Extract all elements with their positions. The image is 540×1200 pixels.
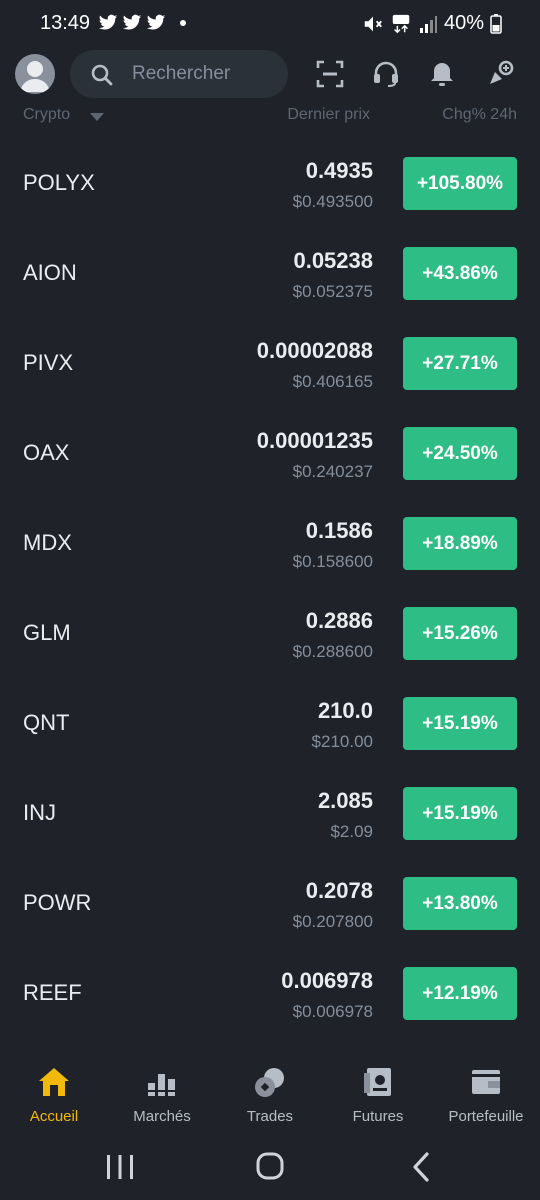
row-price: 0.2886 [305, 608, 373, 633]
row-symbol: INJ [23, 800, 56, 825]
row-symbol: POWR [23, 890, 92, 915]
row-change-badge[interactable]: +12.19% [403, 967, 517, 1020]
notification-bell-icon[interactable] [428, 60, 456, 88]
trades-icon [255, 1068, 284, 1097]
nav-home-label: Accueil [29, 1108, 79, 1125]
avatar[interactable] [15, 54, 55, 94]
gift-icon[interactable] [486, 60, 514, 88]
mute-icon [364, 16, 382, 31]
search-placeholder: Rechercher [132, 63, 231, 84]
column-crypto-sort[interactable]: Crypto [23, 106, 70, 124]
row-change-badge[interactable]: +15.19% [403, 787, 517, 840]
row-usd-price: $2.09 [330, 822, 373, 841]
row-change-badge[interactable]: +24.50% [403, 427, 517, 480]
row-symbol: QNT [23, 710, 70, 735]
row-change-badge[interactable]: +27.71% [403, 337, 517, 390]
battery-icon [490, 13, 502, 34]
twitter-icon [122, 14, 142, 30]
recent-apps-icon[interactable] [100, 1149, 140, 1185]
status-time: 13:49 [40, 12, 91, 34]
row-change-badge[interactable]: +13.80% [403, 877, 517, 930]
row-usd-price: $0.006978 [292, 1002, 373, 1021]
app-header: Rechercher [0, 48, 540, 104]
row-symbol: REEF [23, 980, 82, 1005]
nav-home[interactable]: Accueil [0, 1065, 108, 1125]
nav-markets-label: Marchés [133, 1108, 191, 1125]
row-usd-price: $0.288600 [292, 642, 373, 661]
row-price: 0.2078 [305, 878, 373, 903]
row-usd-price: $0.158600 [292, 552, 373, 571]
row-usd-price: $0.052375 [292, 282, 373, 301]
market-row[interactable]: INJ 2.085 $2.09 +15.19% [0, 768, 540, 858]
row-usd-price: $0.240237 [292, 462, 373, 481]
nav-wallet[interactable]: Portefeuille [432, 1065, 540, 1125]
search-icon [91, 64, 113, 86]
futures-icon [364, 1068, 391, 1096]
row-change-badge[interactable]: +18.89% [403, 517, 517, 570]
row-symbol: GLM [23, 620, 71, 645]
support-headset-icon[interactable] [372, 60, 400, 88]
user-avatar-icon [20, 61, 50, 92]
scan-icon[interactable] [316, 60, 344, 88]
back-icon[interactable] [402, 1149, 442, 1185]
nav-futures-label: Futures [352, 1108, 404, 1125]
row-symbol: POLYX [23, 170, 95, 195]
nav-markets[interactable]: Marchés [108, 1065, 216, 1125]
sort-dropdown-icon[interactable] [90, 113, 104, 121]
market-row[interactable]: OAX 0.00001235 $0.240237 +24.50% [0, 408, 540, 498]
row-price: 0.00001235 [256, 428, 373, 453]
markets-icon [148, 1074, 175, 1096]
row-symbol: PIVX [23, 350, 74, 375]
column-change-24h[interactable]: Chg% 24h [442, 106, 517, 124]
row-price: 0.1586 [305, 518, 373, 543]
market-row[interactable]: MDX 0.1586 $0.158600 +18.89% [0, 498, 540, 588]
home-button-icon[interactable] [250, 1149, 290, 1185]
market-row[interactable]: REEF 0.006978 $0.006978 +12.19% [0, 948, 540, 1038]
row-change-badge[interactable]: +15.19% [403, 697, 517, 750]
notification-icons [98, 12, 186, 32]
row-price: 210.0 [317, 698, 373, 723]
search-bar[interactable]: Rechercher [70, 50, 288, 98]
bottom-navigation: Accueil Marchés Trades Futures Portefeui… [0, 1055, 540, 1135]
market-row[interactable]: AION 0.05238 $0.052375 +43.86% [0, 228, 540, 318]
row-usd-price: $0.493500 [292, 192, 373, 211]
home-icon [39, 1068, 69, 1096]
row-symbol: MDX [23, 530, 72, 555]
row-price: 0.006978 [281, 968, 373, 993]
signal-icon [419, 15, 437, 33]
status-bar: 13:49 40% [0, 0, 540, 48]
row-price: 2.085 [317, 788, 373, 813]
nav-wallet-label: Portefeuille [448, 1108, 524, 1125]
network-5g-icon [392, 14, 410, 33]
column-headers: Crypto Dernier prix Chg% 24h [0, 104, 540, 128]
battery-percentage: 40% [443, 12, 484, 34]
nav-trades[interactable]: Trades [216, 1065, 324, 1125]
row-usd-price: $0.406165 [292, 372, 373, 391]
system-navigation [0, 1135, 540, 1200]
market-list: POLYX 0.4935 $0.493500 +105.80% AION 0.0… [0, 138, 540, 1038]
row-change-badge[interactable]: +15.26% [403, 607, 517, 660]
row-price: 0.05238 [293, 248, 373, 273]
row-symbol: AION [23, 260, 77, 285]
market-row[interactable]: GLM 0.2886 $0.288600 +15.26% [0, 588, 540, 678]
system-status-icons: 40% [362, 12, 502, 35]
row-price: 0.4935 [305, 158, 373, 183]
market-row[interactable]: POLYX 0.4935 $0.493500 +105.80% [0, 138, 540, 228]
market-row[interactable]: QNT 210.0 $210.00 +15.19% [0, 678, 540, 768]
row-usd-price: $0.207800 [292, 912, 373, 931]
nav-trades-label: Trades [246, 1108, 294, 1125]
row-change-badge[interactable]: +105.80% [403, 157, 517, 210]
twitter-icon [98, 14, 118, 30]
wallet-icon [472, 1070, 500, 1094]
column-last-price[interactable]: Dernier prix [287, 106, 370, 124]
notification-dot-icon [180, 20, 186, 26]
market-row[interactable]: PIVX 0.00002088 $0.406165 +27.71% [0, 318, 540, 408]
row-usd-price: $210.00 [311, 732, 373, 751]
nav-futures[interactable]: Futures [324, 1065, 432, 1125]
row-change-badge[interactable]: +43.86% [403, 247, 517, 300]
row-price: 0.00002088 [256, 338, 373, 363]
market-row[interactable]: POWR 0.2078 $0.207800 +13.80% [0, 858, 540, 948]
row-symbol: OAX [23, 440, 70, 465]
twitter-icon [146, 14, 166, 30]
